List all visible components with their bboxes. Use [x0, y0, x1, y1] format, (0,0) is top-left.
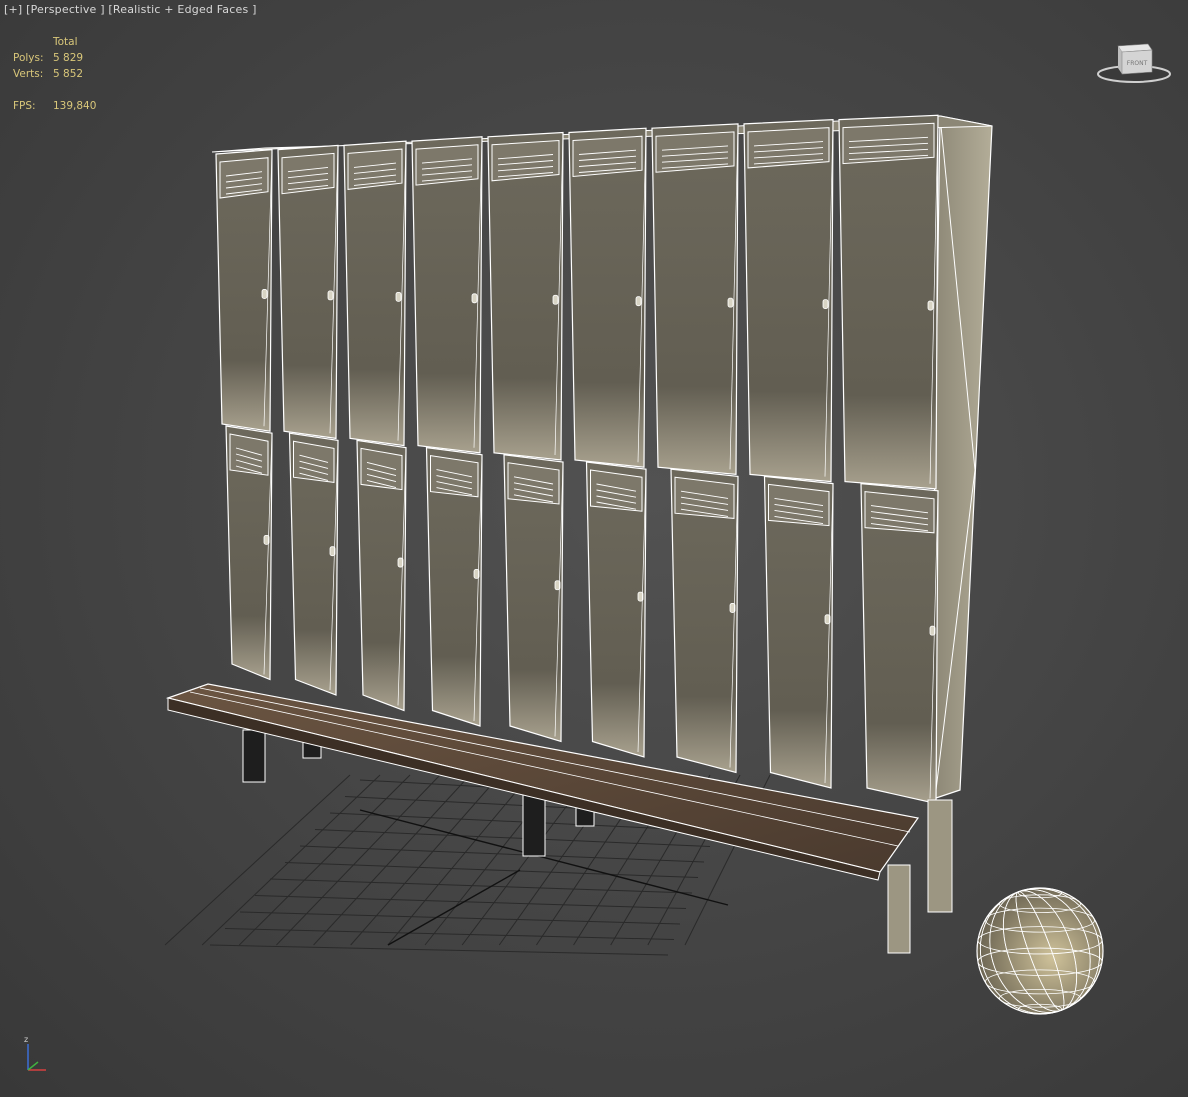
grid-line: [209, 944, 669, 956]
locker-door: [568, 127, 647, 468]
locker-doors: [215, 114, 939, 805]
grid-line: [164, 774, 351, 946]
polys-label: Polys:: [13, 52, 44, 64]
viewport-menu-plus[interactable]: [+]: [4, 3, 22, 16]
locker-handle: [727, 297, 734, 308]
locker-model[interactable]: [211, 114, 993, 805]
stats-overlay: Total Polys: 5 829 Verts: 5 852 FPS: 139,84…: [13, 34, 96, 114]
bench-leg: [242, 729, 266, 783]
viewcube-face-label: FRONT: [1127, 60, 1148, 67]
grid-line: [313, 774, 471, 946]
scene-render[interactable]: [0, 0, 1188, 1097]
polys-value: 5 829: [53, 52, 84, 64]
fps-label: FPS:: [13, 100, 36, 112]
locker-handle: [822, 299, 829, 310]
grid-line: [238, 774, 411, 946]
locker-vent: [293, 440, 335, 483]
fps-value: 139,840: [53, 100, 97, 112]
bench-leg: [927, 799, 953, 913]
locker-door: [487, 131, 564, 461]
locker-vent: [360, 447, 403, 491]
locker-door: [838, 114, 939, 490]
locker-handle: [395, 291, 402, 302]
bench-leg: [887, 864, 911, 954]
locker-door: [651, 123, 739, 476]
viewport-label: [+] [Perspective ] [Realistic + Edged Fa…: [4, 3, 257, 16]
locker-handle: [927, 300, 934, 311]
viewport-shading-menu[interactable]: [Realistic + Edged Faces ]: [108, 3, 256, 16]
locker-side-panel: [929, 115, 993, 801]
viewport-view-menu[interactable]: [Perspective ]: [26, 3, 105, 16]
grid-line: [284, 862, 699, 878]
locker-handle: [635, 296, 642, 307]
locker-vent: [229, 433, 269, 476]
grid-line: [201, 774, 381, 946]
locker-handle: [261, 289, 268, 299]
stats-header: Total: [53, 36, 78, 48]
locker-handle: [471, 293, 478, 304]
axis-tripod-icon: z: [24, 1035, 46, 1071]
grid-line: [224, 928, 675, 940]
verts-value: 5 852: [53, 68, 84, 80]
3d-viewport[interactable]: [+] [Perspective ] [Realistic + Edged Fa…: [0, 0, 1188, 1097]
locker-handle: [327, 290, 334, 301]
verts-label: Verts:: [13, 68, 44, 80]
locker-door: [743, 118, 834, 483]
ball-model[interactable]: [959, 870, 1120, 1031]
locker-handle: [552, 294, 559, 305]
viewcube-icon[interactable]: FRONT: [1096, 38, 1172, 88]
axis-z-label: z: [24, 1035, 28, 1044]
grid-line: [239, 911, 681, 925]
